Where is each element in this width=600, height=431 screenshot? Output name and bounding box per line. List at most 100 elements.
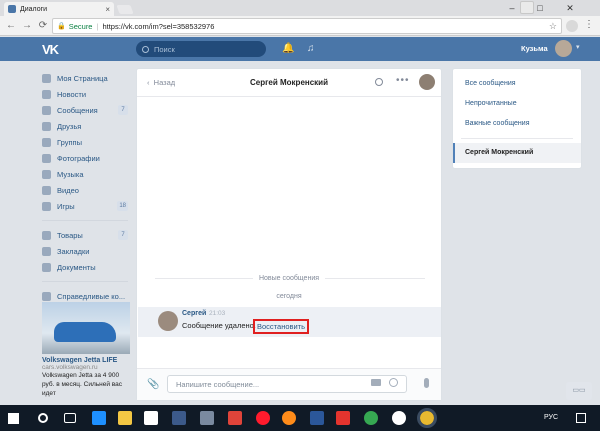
chat-bubbles-icon[interactable]: ▭▭ <box>566 382 592 400</box>
message-author[interactable]: Сергей <box>182 310 206 317</box>
groups-icon <box>42 137 51 147</box>
ad-car-image[interactable] <box>42 302 130 354</box>
games-count-badge: 18 <box>117 201 128 211</box>
reload-icon[interactable]: ⟳ <box>36 19 50 33</box>
sidebar-divider <box>42 220 128 221</box>
news-icon <box>42 89 51 99</box>
goods-count-badge: 7 <box>118 230 128 240</box>
omnibox[interactable]: 🔒 Secure | https://vk.com/im?sel=3585329… <box>52 18 562 34</box>
file-explorer-icon[interactable] <box>118 411 132 425</box>
user-name[interactable]: Кузьма <box>521 44 548 53</box>
vk-favicon-icon <box>8 5 16 13</box>
friends-icon <box>42 121 51 131</box>
menu-item-active-dialog[interactable]: Сергей Мокренский <box>453 143 581 163</box>
sidebar-item-groups[interactable]: Группы <box>42 134 134 150</box>
task-view-icon[interactable] <box>64 413 76 423</box>
yandex-browser-icon[interactable] <box>392 411 406 425</box>
attach-paperclip-icon[interactable]: 📎 <box>147 379 159 390</box>
dialog-search-icon[interactable] <box>375 78 383 86</box>
app-icon[interactable] <box>364 411 378 425</box>
sidebar-item-bookmarks[interactable]: Закладки <box>42 243 134 259</box>
user-avatar[interactable] <box>555 40 572 57</box>
sidebar-item-goods[interactable]: Товары 7 <box>42 227 134 243</box>
advertisement[interactable]: Volkswagen Jetta LIFE cars.volkswagen.ru… <box>42 302 130 398</box>
more-actions-icon[interactable]: ••• <box>396 75 410 86</box>
sidebar-item-label: Товары <box>57 230 83 240</box>
peer-avatar[interactable] <box>419 74 435 90</box>
document-icon <box>42 262 51 272</box>
vivaldi-icon[interactable] <box>336 411 350 425</box>
tray-language[interactable]: РУС <box>544 414 558 421</box>
search-icon[interactable] <box>38 413 48 423</box>
sidebar-item-label: Сообщения <box>57 105 98 115</box>
sidebar-item-label: Новости <box>57 89 87 99</box>
video-icon <box>42 185 51 195</box>
emoji-smile-icon[interactable] <box>389 378 398 387</box>
message-time: 21:03 <box>209 310 226 317</box>
browser-tabstrip: Диалоги × – □ ✕ <box>0 0 600 16</box>
bookmark-star-icon[interactable]: ☆ <box>549 21 557 32</box>
menu-item-unread[interactable]: Непрочитанные <box>453 94 581 114</box>
menu-item-all-messages[interactable]: Все сообщения <box>453 74 581 94</box>
lock-icon: 🔒 <box>57 23 66 30</box>
sidebar-item-label: Видео <box>57 185 79 195</box>
message-row[interactable]: Сергей 21:03 Сообщение удалено. Восстано… <box>138 307 441 337</box>
new-tab-button[interactable] <box>116 5 134 14</box>
sidebar-item-video[interactable]: Видео <box>42 182 134 198</box>
word-icon[interactable] <box>310 411 324 425</box>
vk-header: VK Поиск 🔔 ♫ Кузьма ▾ <box>0 37 600 61</box>
maximize-button[interactable]: □ <box>530 0 550 16</box>
chrome-icon[interactable] <box>417 408 437 428</box>
ad-site: cars.volkswagen.ru <box>42 364 98 371</box>
forward-arrow-icon[interactable]: → <box>20 19 34 33</box>
notifications-icon[interactable] <box>576 413 586 423</box>
browser-menu-icon[interactable]: ⋮ <box>584 19 594 30</box>
url-text[interactable]: https://vk.com/im?sel=358532976 <box>102 22 214 31</box>
extension-icon[interactable] <box>566 20 578 32</box>
sidebar-item-friends[interactable]: Друзья <box>42 118 134 134</box>
sidebar-item-music[interactable]: Музыка <box>42 166 134 182</box>
firefox-icon[interactable] <box>282 411 296 425</box>
camera-icon[interactable] <box>371 379 381 386</box>
windows-start-icon[interactable] <box>8 413 19 424</box>
notifications-bell-icon[interactable]: 🔔 <box>282 43 294 54</box>
sidebar-item-messages[interactable]: Сообщения 7 <box>42 102 134 118</box>
windows-taskbar: РУС <box>0 405 600 431</box>
search-placeholder: Поиск <box>154 44 175 54</box>
app-icon[interactable] <box>172 411 186 425</box>
music-icon <box>42 169 51 179</box>
new-messages-label: Новые сообщения <box>252 275 326 282</box>
sidebar-item-games[interactable]: Игры 18 <box>42 198 134 214</box>
messages-icon <box>42 105 51 115</box>
sidebar-item-news[interactable]: Новости <box>42 86 134 102</box>
message-author-avatar[interactable] <box>158 311 178 331</box>
close-window-button[interactable]: ✕ <box>560 0 580 16</box>
sidebar-item-label: Друзья <box>57 121 82 131</box>
sidebar-item-my-page[interactable]: Моя Страница <box>42 70 134 86</box>
address-bar-row: ← → ⟳ 🔒 Secure | https://vk.com/im?sel=3… <box>0 16 600 36</box>
secure-label: Secure <box>68 21 93 31</box>
chevron-down-icon[interactable]: ▾ <box>576 43 580 51</box>
store-icon[interactable] <box>144 411 158 425</box>
message-input-placeholder: Напишите сообщение... <box>176 379 260 389</box>
tab-close-icon[interactable]: × <box>105 5 110 14</box>
message-deleted-text: Сообщение удалено. <box>182 321 256 330</box>
minimize-button[interactable]: – <box>502 0 522 16</box>
sidebar-item-documents[interactable]: Документы <box>42 259 134 275</box>
app-icon[interactable] <box>200 411 214 425</box>
menu-item-important[interactable]: Важные сообщения <box>453 114 581 134</box>
sidebar-item-photos[interactable]: Фотографии <box>42 150 134 166</box>
tab-title: Диалоги <box>20 5 48 13</box>
dialog-header: ‹ Назад Сергей Мокренский ••• <box>137 69 441 97</box>
back-arrow-icon[interactable]: ← <box>4 19 18 33</box>
restore-message-link[interactable]: Восстановить <box>253 319 310 334</box>
microphone-icon[interactable] <box>424 378 429 388</box>
edge-icon[interactable] <box>92 411 106 425</box>
browser-tab[interactable]: Диалоги × <box>4 2 114 16</box>
vk-logo-icon[interactable]: VK <box>42 42 59 57</box>
ad-title[interactable]: Volkswagen Jetta LIFE <box>42 357 130 364</box>
pdf-app-icon[interactable] <box>228 411 242 425</box>
opera-icon[interactable] <box>256 411 270 425</box>
search-input[interactable]: Поиск <box>136 41 266 57</box>
music-note-icon[interactable]: ♫ <box>307 43 315 54</box>
